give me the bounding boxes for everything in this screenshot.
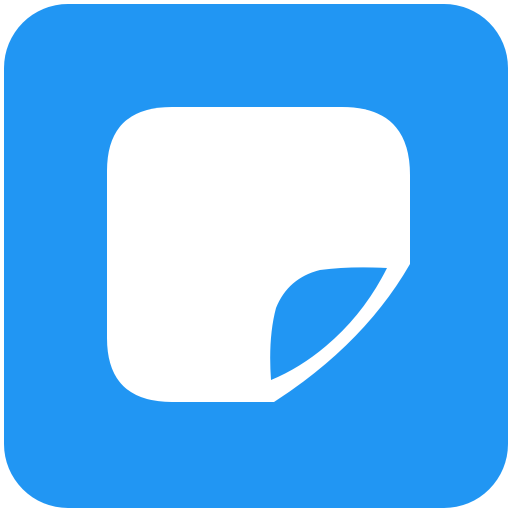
- sticky-note-icon: [4, 4, 508, 508]
- app-icon[interactable]: [4, 4, 508, 508]
- icon-canvas: [0, 0, 512, 512]
